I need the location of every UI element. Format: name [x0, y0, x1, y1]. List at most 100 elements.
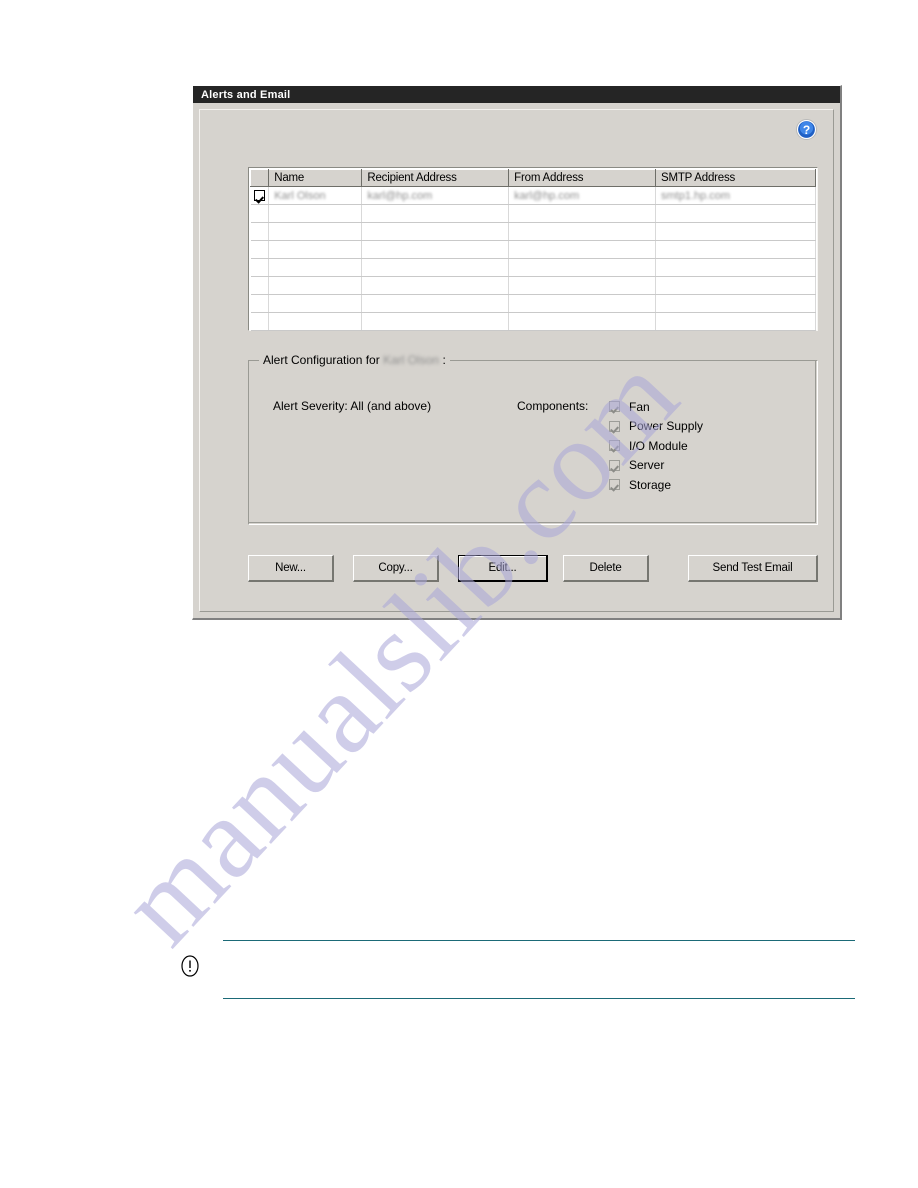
- cell-empty[interactable]: [361, 258, 510, 277]
- checkbox-power-supply-icon: [609, 420, 620, 432]
- cell-empty[interactable]: [508, 258, 656, 277]
- component-label-storage: Storage: [629, 477, 672, 492]
- table-row[interactable]: [250, 222, 817, 241]
- table-row[interactable]: [250, 312, 817, 331]
- recipients-table-body: Karl Olson karl@hp.com karl@hp.com smtp1…: [250, 186, 817, 331]
- svg-text:?: ?: [803, 123, 810, 137]
- column-header-from-address[interactable]: From Address: [508, 169, 656, 187]
- cell-empty[interactable]: [655, 240, 817, 259]
- checkbox-io-module-icon: [609, 440, 620, 452]
- component-row-io-module[interactable]: I/O Module: [609, 436, 703, 456]
- alerts-and-email-dialog: Alerts and Email ? Name Recipient Addres…: [192, 85, 842, 620]
- table-row[interactable]: Karl Olson karl@hp.com karl@hp.com smtp1…: [250, 186, 817, 205]
- column-header-smtp-address[interactable]: SMTP Address: [654, 169, 817, 187]
- dialog-titlebar: Alerts and Email: [193, 86, 840, 103]
- dialog-button-row: New... Copy... Edit... Delete Send Test …: [248, 555, 818, 583]
- column-header-select[interactable]: [249, 169, 270, 187]
- component-label-power-supply: Power Supply: [629, 419, 704, 434]
- cell-empty[interactable]: [250, 258, 270, 277]
- cell-empty[interactable]: [250, 204, 270, 223]
- checkbox-fan-icon: [609, 401, 620, 413]
- component-label-fan: Fan: [629, 399, 650, 414]
- column-header-recipient-address[interactable]: Recipient Address: [361, 169, 510, 187]
- cell-empty[interactable]: [361, 240, 510, 259]
- cell-empty[interactable]: [268, 240, 363, 259]
- send-test-email-button[interactable]: Send Test Email: [688, 555, 818, 582]
- cell-empty[interactable]: [508, 276, 656, 295]
- cell-empty[interactable]: [250, 276, 270, 295]
- legend-recipient-name: Karl Olson: [383, 353, 440, 367]
- cell-empty[interactable]: [268, 222, 363, 241]
- cell-empty[interactable]: [508, 204, 656, 223]
- cell-empty[interactable]: [655, 258, 817, 277]
- cell-empty[interactable]: [508, 294, 656, 313]
- components-label: Components:: [517, 399, 589, 413]
- cell-from-address[interactable]: karl@hp.com: [508, 186, 656, 205]
- cell-empty[interactable]: [508, 240, 656, 259]
- cell-empty[interactable]: [361, 276, 510, 295]
- note-rule-top: [223, 940, 855, 941]
- component-row-storage[interactable]: Storage: [609, 475, 703, 495]
- cell-empty[interactable]: [655, 204, 817, 223]
- dialog-title: Alerts and Email: [201, 88, 291, 101]
- note-callout: [175, 936, 855, 1006]
- components-checkbox-list: Fan Power Supply I/O Module Server Stora…: [609, 397, 703, 495]
- dialog-client-area: ? Name Recipient Address From Address SM…: [199, 109, 834, 612]
- legend-suffix: :: [442, 353, 446, 367]
- legend-prefix: Alert Configuration for: [263, 353, 380, 367]
- cell-name-value: Karl Olson: [274, 189, 326, 202]
- cell-empty[interactable]: [250, 222, 270, 241]
- table-header-row: Name Recipient Address From Address SMTP…: [249, 169, 817, 187]
- cell-smtp-address[interactable]: smtp1.hp.com: [655, 186, 817, 205]
- component-label-io-module: I/O Module: [629, 438, 688, 453]
- alert-configuration-groupbox: Alert Configuration for Karl Olson : Ale…: [248, 353, 818, 525]
- alert-severity-label: Alert Severity:: [273, 399, 348, 413]
- cell-empty[interactable]: [268, 204, 363, 223]
- table-row[interactable]: [250, 294, 817, 313]
- cell-empty[interactable]: [361, 222, 510, 241]
- table-row[interactable]: [250, 258, 817, 277]
- cell-empty[interactable]: [655, 276, 817, 295]
- cell-empty[interactable]: [250, 312, 270, 331]
- cell-empty[interactable]: [268, 312, 363, 331]
- cell-empty[interactable]: [361, 312, 510, 331]
- cell-empty[interactable]: [655, 294, 817, 313]
- cell-empty[interactable]: [655, 222, 817, 241]
- cell-empty[interactable]: [361, 204, 510, 223]
- help-icon[interactable]: ?: [796, 119, 817, 140]
- component-row-fan[interactable]: Fan: [609, 397, 703, 417]
- cell-recipient-address[interactable]: karl@hp.com: [361, 186, 510, 205]
- table-row[interactable]: [250, 204, 817, 223]
- component-row-server[interactable]: Server: [609, 456, 703, 476]
- cell-empty[interactable]: [268, 294, 363, 313]
- cell-empty[interactable]: [655, 312, 817, 331]
- row-select-checkbox[interactable]: [253, 190, 265, 202]
- checkbox-storage-icon: [609, 479, 620, 491]
- cell-empty[interactable]: [361, 294, 510, 313]
- edit-button[interactable]: Edit...: [458, 555, 548, 582]
- note-rule-bottom: [223, 998, 855, 999]
- column-header-name[interactable]: Name: [268, 169, 363, 187]
- cell-empty[interactable]: [250, 240, 270, 259]
- cell-empty[interactable]: [508, 222, 656, 241]
- exclamation-icon: [179, 954, 201, 978]
- copy-button[interactable]: Copy...: [353, 555, 439, 582]
- cell-empty[interactable]: [268, 258, 363, 277]
- alert-severity-line: Alert Severity: All (and above): [273, 399, 431, 413]
- delete-button[interactable]: Delete: [563, 555, 649, 582]
- table-row[interactable]: [250, 240, 817, 259]
- cell-empty[interactable]: [508, 312, 656, 331]
- cell-empty[interactable]: [268, 276, 363, 295]
- cell-from-address-value: karl@hp.com: [514, 189, 580, 202]
- cell-name[interactable]: Karl Olson: [268, 186, 363, 205]
- row-select-checkbox-cell[interactable]: [250, 186, 270, 205]
- checkbox-server-icon: [609, 459, 620, 471]
- component-row-power-supply[interactable]: Power Supply: [609, 417, 703, 437]
- table-row[interactable]: [250, 276, 817, 295]
- alert-severity-value: All (and above): [350, 399, 432, 413]
- alert-configuration-legend: Alert Configuration for Karl Olson :: [259, 353, 450, 367]
- cell-recipient-address-value: karl@hp.com: [367, 189, 433, 202]
- new-button[interactable]: New...: [248, 555, 334, 582]
- recipients-table-container[interactable]: Name Recipient Address From Address SMTP…: [248, 167, 818, 331]
- cell-empty[interactable]: [250, 294, 270, 313]
